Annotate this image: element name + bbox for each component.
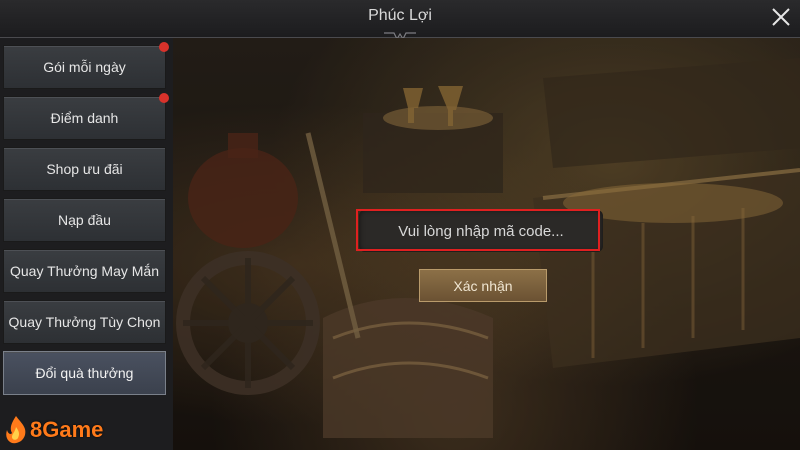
sidebar-item-lucky-spin[interactable]: Quay Thưởng May Mắn — [3, 249, 166, 293]
sidebar-item-daily-pack[interactable]: Gói mỗi ngày — [3, 42, 169, 89]
title-bar: Phúc Lợi — [0, 0, 800, 41]
watermark-logo: 8Game — [4, 413, 122, 447]
window-title: Phúc Lợi — [368, 7, 432, 24]
sidebar-item-checkin[interactable]: Điểm danh — [3, 93, 169, 140]
sidebar-item-label: Quay Thưởng Tùy Chọn — [8, 314, 161, 330]
notification-dot — [159, 93, 169, 103]
sidebar-item-label: Quay Thưởng May Mắn — [9, 263, 160, 279]
sidebar-item-first-topup[interactable]: Nạp đầu — [3, 198, 166, 242]
flame-logo-icon — [6, 416, 26, 444]
sidebar-item-shop[interactable]: Shop ưu đãi — [3, 147, 166, 191]
sidebar-item-custom-spin[interactable]: Quay Thưởng Tùy Chọn — [3, 300, 166, 344]
sidebar-item-redeem[interactable]: Đổi quà thưởng — [3, 351, 166, 395]
sidebar-item-label: Shop ưu đãi — [46, 161, 123, 177]
sidebar-item-label: Gói mỗi ngày — [43, 59, 126, 75]
close-icon[interactable] — [770, 6, 792, 28]
gift-code-input[interactable] — [359, 210, 603, 252]
sidebar-item-label: Đổi quà thưởng — [35, 365, 134, 381]
sidebar-item-label: Điểm danh — [50, 110, 119, 126]
sidebar-item-label: Nạp đầu — [58, 212, 111, 228]
sidebar: Gói mỗi ngày Điểm danh Shop ưu đãi Nạp đ… — [0, 38, 173, 450]
confirm-button[interactable]: Xác nhận — [419, 269, 547, 302]
notification-dot — [159, 42, 169, 52]
watermark-text: 8Game — [30, 417, 104, 442]
redeem-panel: Xác nhận — [173, 38, 800, 450]
